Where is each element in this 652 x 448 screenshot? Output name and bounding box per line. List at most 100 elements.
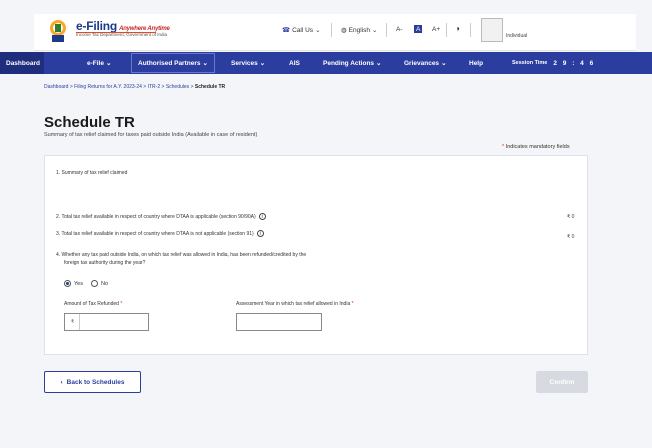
- amount-refunded-label-text: Amount of Tax Refunded: [64, 301, 119, 307]
- breadcrumb: Dashboard > Filing Returns for A.Y. 2023…: [44, 84, 225, 90]
- nav-label: e-File: [87, 59, 104, 67]
- required-asterisk: *: [351, 301, 354, 307]
- chevron-down-icon: ⌄: [376, 60, 382, 67]
- font-increase-label: A+: [432, 26, 441, 33]
- session-label: Session Time: [512, 60, 548, 66]
- question-2-amount: ₹ 0: [567, 214, 575, 220]
- chevron-down-icon: ⌄: [105, 60, 112, 67]
- radio-yes[interactable]: [64, 280, 71, 287]
- avatar[interactable]: [481, 18, 503, 42]
- mandatory-note-text: Indicates mandatory fields: [505, 144, 570, 150]
- radio-no-label: No: [100, 280, 109, 287]
- question-4: 4. Whether any tax paid outside India, o…: [56, 251, 306, 267]
- question-2-text: 2. Total tax relief available in respect…: [56, 214, 256, 220]
- chevron-left-icon: ‹: [60, 378, 63, 386]
- phone-icon: ☎: [282, 27, 291, 34]
- chevron-down-icon: ⌄: [259, 60, 266, 67]
- assessment-year-label-text: Assessment Year in which tax relief allo…: [236, 301, 351, 307]
- nav-pending-actions[interactable]: Pending Actions ⌄: [323, 52, 382, 74]
- question-1: 1. Summary of tax relief claimed: [56, 170, 128, 176]
- nav-label: Grievances: [404, 59, 440, 67]
- site-header: e-Filing Anywhere Anytime Income Tax Depa…: [34, 14, 636, 51]
- nav-label: AIS: [289, 59, 300, 67]
- font-decrease-button[interactable]: A-: [396, 26, 403, 33]
- nav-authorised-partners[interactable]: Authorised Partners ⌄: [131, 53, 215, 73]
- question-4-line1: 4. Whether any tax paid outside India, o…: [56, 252, 307, 258]
- font-normal-label: A: [416, 25, 421, 33]
- question-3-text: 3. Total tax relief available in respect…: [56, 231, 254, 237]
- contrast-icon: ◑: [455, 24, 460, 33]
- required-asterisk: *: [502, 144, 505, 150]
- divider: [446, 23, 447, 37]
- page-subtitle: Summary of tax relief claimed for taxes …: [44, 132, 258, 138]
- brand-name: e-Filing: [76, 19, 118, 33]
- divider: [470, 23, 471, 37]
- nav-label: Authorised Partners: [138, 59, 201, 67]
- divider: [331, 23, 332, 37]
- question-2: 2. Total tax relief available in respect…: [56, 213, 266, 221]
- nav-label: Pending Actions: [323, 59, 375, 67]
- emblem-logo-icon: [50, 20, 66, 42]
- amount-refunded-input[interactable]: ₹: [64, 313, 149, 331]
- session-value: 2 9 : 4 6: [553, 59, 596, 67]
- nav-efile[interactable]: e-File ⌄: [87, 52, 111, 74]
- call-us-dropdown[interactable]: ☎ Call Us ⌄: [282, 26, 321, 35]
- confirm-button[interactable]: Confirm: [536, 371, 588, 393]
- language-dropdown[interactable]: ◍ English ⌄: [341, 26, 378, 35]
- font-decrease-label: A-: [396, 26, 403, 33]
- info-icon[interactable]: i: [256, 230, 264, 238]
- nav-label: Services: [231, 59, 258, 67]
- font-normal-button[interactable]: A: [414, 25, 423, 33]
- language-label: English: [348, 26, 370, 34]
- schedule-tr-form: 1. Summary of tax relief claimed 2. Tota…: [44, 155, 588, 355]
- chevron-down-icon: ⌄: [315, 27, 321, 34]
- question-4-line2: foreign tax authority during the year?: [64, 260, 146, 266]
- chevron-down-icon: ⌄: [441, 60, 447, 67]
- user-role: Individual: [506, 33, 528, 39]
- assessment-year-label: Assessment Year in which tax relief allo…: [236, 301, 354, 307]
- main-nav: Dashboard e-File ⌄ Authorised Partners ⌄ S…: [0, 52, 652, 74]
- back-button-label: Back to Schedules: [66, 378, 125, 386]
- required-asterisk: *: [120, 301, 123, 307]
- globe-icon: ◍: [341, 27, 347, 34]
- info-icon[interactable]: i: [258, 213, 266, 221]
- breadcrumb-dashboard[interactable]: Dashboard: [44, 84, 68, 90]
- divider: [386, 23, 387, 37]
- contrast-toggle[interactable]: ◑: [455, 24, 460, 33]
- question-3-amount: ₹ 0: [567, 234, 575, 240]
- brand-underline: [76, 32, 156, 33]
- nav-dashboard[interactable]: Dashboard: [0, 52, 44, 74]
- breadcrumb-filing-returns[interactable]: Filing Returns for A.Y. 2023-24: [74, 84, 142, 90]
- confirm-button-label: Confirm: [549, 378, 575, 386]
- breadcrumb-current: Schedule TR: [194, 84, 226, 90]
- nav-label: Dashboard: [6, 59, 40, 67]
- nav-ais[interactable]: AIS: [289, 52, 300, 74]
- breadcrumb-separator: >: [143, 84, 147, 90]
- divider: [79, 314, 80, 330]
- radio-no[interactable]: [90, 280, 98, 287]
- page-title: Schedule TR: [44, 114, 135, 131]
- breadcrumb-itr2[interactable]: ITR-2: [148, 84, 161, 90]
- breadcrumb-separator: >: [69, 84, 73, 90]
- page-root: e-Filing Anywhere Anytime Income Tax Depa…: [0, 0, 652, 448]
- breadcrumb-separator: >: [161, 84, 165, 90]
- call-us-label: Call Us: [292, 26, 314, 34]
- amount-refunded-label: Amount of Tax Refunded *: [64, 301, 122, 307]
- nav-grievances[interactable]: Grievances ⌄: [404, 52, 447, 74]
- chevron-down-icon: ⌄: [202, 60, 208, 67]
- radio-yes-label: Yes: [74, 280, 83, 287]
- question-3: 3. Total tax relief available in respect…: [56, 230, 264, 238]
- font-increase-button[interactable]: A+: [432, 26, 440, 33]
- brand-logo[interactable]: e-Filing Anywhere Anytime Income Tax Depa…: [76, 19, 170, 37]
- session-timer: Session Time 2 9 : 4 6: [512, 52, 595, 74]
- breadcrumb-schedules[interactable]: Schedules: [166, 84, 189, 90]
- chevron-down-icon: ⌄: [372, 27, 378, 34]
- mandatory-note: * Indicates mandatory fields: [502, 144, 570, 150]
- nav-services[interactable]: Services ⌄: [231, 52, 265, 74]
- breadcrumb-separator: >: [190, 84, 194, 90]
- back-to-schedules-button[interactable]: ‹ Back to Schedules: [44, 371, 141, 393]
- rupee-icon: ₹: [71, 319, 75, 325]
- assessment-year-input[interactable]: [236, 313, 322, 331]
- nav-help[interactable]: Help: [469, 52, 483, 74]
- nav-label: Help: [469, 59, 484, 67]
